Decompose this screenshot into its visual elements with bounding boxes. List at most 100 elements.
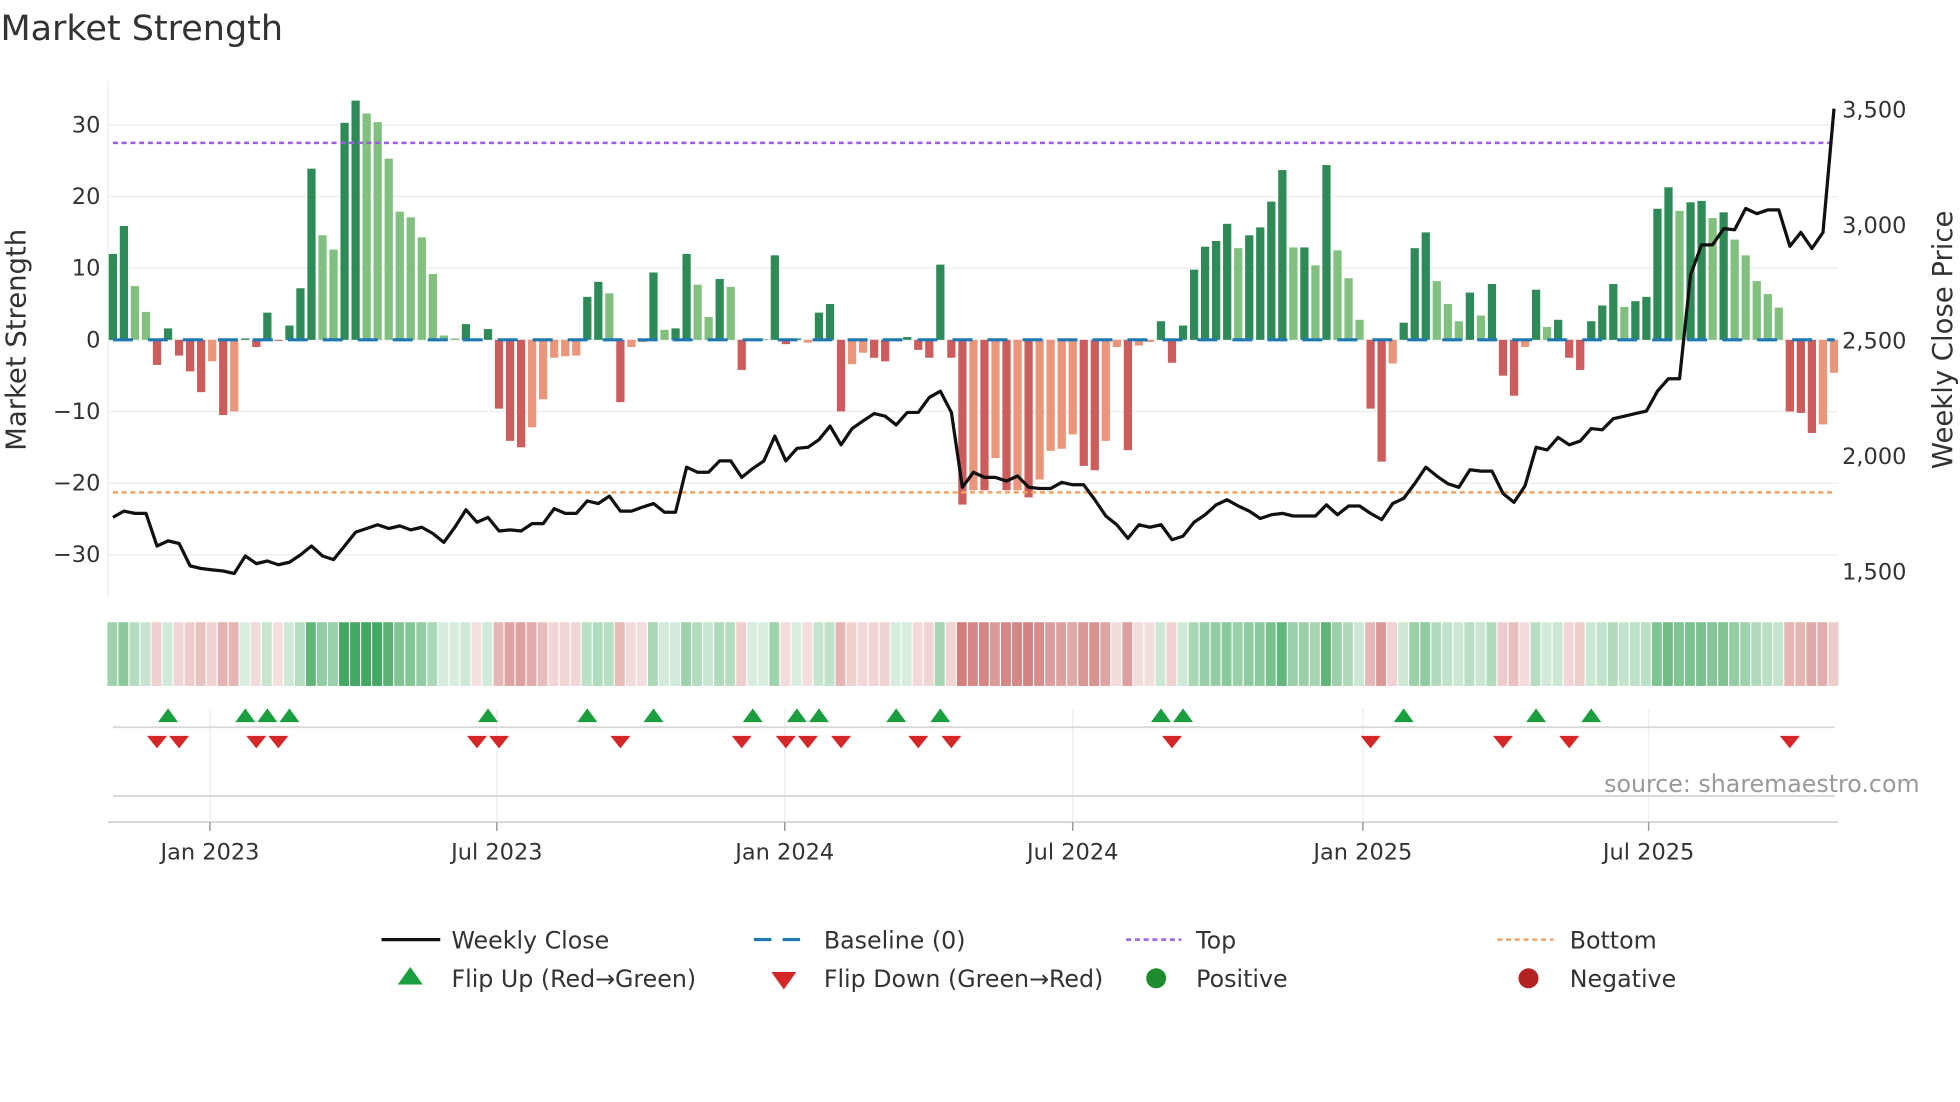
heat-cell <box>1817 622 1828 686</box>
legend-positive[interactable]: Positive <box>1146 965 1288 993</box>
strength-bar <box>803 339 813 343</box>
strength-bar <box>1796 339 1805 413</box>
strength-bar <box>1829 339 1839 373</box>
strength-bar <box>351 100 360 340</box>
strength-bars <box>108 100 1839 505</box>
strength-bar <box>1653 208 1662 340</box>
strength-bar <box>1278 170 1287 340</box>
strength-bar <box>1498 339 1508 376</box>
heat-cell <box>1541 622 1552 686</box>
heat-cell <box>670 622 680 686</box>
strength-bar <box>704 316 713 340</box>
legend-label: Flip Up (Red→Green) <box>451 965 696 993</box>
x-tick-label: Jan 2025 <box>1311 840 1412 866</box>
heat-cell <box>1133 622 1144 686</box>
heat-cell <box>317 622 327 686</box>
flip-up-marker <box>643 708 664 723</box>
strength-bar <box>1223 223 1232 340</box>
heat-cell <box>1265 622 1276 686</box>
x-tick-label: Jul 2023 <box>449 840 542 866</box>
market-strength-chart: Market Strength 3020100−10−20−30 3,5003,… <box>0 9 1959 993</box>
heat-cell <box>592 622 603 686</box>
triangle-down-icon <box>771 972 797 990</box>
legend-flip-up[interactable]: Flip Up (Red→Green) <box>397 965 696 993</box>
heat-cell <box>272 622 283 686</box>
heat-cell <box>1254 622 1265 686</box>
heat-cell <box>659 622 669 686</box>
strength-bar <box>693 284 702 340</box>
left-tick-label: −10 <box>53 399 100 425</box>
heat-cell <box>714 622 725 686</box>
right-tick-label: 1,500 <box>1842 560 1906 586</box>
strength-bar <box>1542 326 1552 340</box>
heat-cell <box>846 622 857 686</box>
strength-bar <box>494 339 504 409</box>
legend-label: Flip Down (Green→Red) <box>824 965 1103 993</box>
heat-cell <box>1530 622 1541 686</box>
legend-flip-down[interactable]: Flip Down (Green→Red) <box>771 965 1103 993</box>
heat-cell <box>1276 622 1287 686</box>
flip-up-marker <box>257 708 278 723</box>
flip-up-marker <box>235 708 256 723</box>
strength-bar <box>373 122 382 340</box>
right-tick-label: 2,000 <box>1842 444 1906 470</box>
strength-bar <box>858 339 868 353</box>
legend-label: Negative <box>1570 965 1676 993</box>
heat-cell <box>1034 622 1044 686</box>
strength-bar <box>903 336 912 340</box>
heat-cell <box>1199 622 1210 686</box>
heat-cell <box>1751 622 1762 686</box>
heat-cell <box>416 622 427 686</box>
strength-bar <box>1344 278 1353 340</box>
strength-bar <box>1289 247 1298 340</box>
heat-cell <box>493 622 504 686</box>
heat-cell <box>1089 622 1100 686</box>
flip-down-marker <box>941 735 962 749</box>
heat-cell <box>1056 622 1067 686</box>
strength-bar <box>406 217 415 340</box>
heat-cell <box>1618 622 1629 686</box>
heat-cell <box>1023 622 1033 686</box>
strength-bar <box>450 338 460 340</box>
heat-cell <box>1387 622 1398 686</box>
flip-down-marker <box>1492 735 1513 749</box>
strength-bar <box>263 312 272 340</box>
heat-cell <box>1519 622 1530 686</box>
strength-bar <box>1112 339 1121 348</box>
heat-cell <box>1221 622 1232 686</box>
heat-cell <box>890 622 901 686</box>
strength-bar <box>208 339 217 362</box>
strength-bar <box>307 168 316 340</box>
heat-cell <box>1806 622 1817 686</box>
strength-bar <box>1620 306 1629 340</box>
legend-baseline[interactable]: Baseline (0) <box>753 926 966 954</box>
heat-cell <box>1232 622 1243 686</box>
heat-cell <box>504 622 515 686</box>
legend-weekly-close[interactable]: Weekly Close <box>381 926 610 954</box>
flip-down-marker <box>831 735 852 749</box>
left-tick-label: −30 <box>53 542 100 568</box>
heat-cell <box>1707 622 1717 686</box>
legend-top[interactable]: Top <box>1126 926 1236 954</box>
legend-negative[interactable]: Negative <box>1518 965 1677 993</box>
strength-bar <box>1631 301 1640 340</box>
heat-cell <box>184 622 195 686</box>
heat-cell <box>1696 622 1706 686</box>
heat-cell <box>1067 622 1078 686</box>
heat-cell <box>570 622 581 686</box>
strength-bar <box>362 113 371 340</box>
strength-bar <box>1598 305 1607 340</box>
heat-cell <box>261 622 272 686</box>
heat-cell <box>1431 622 1442 686</box>
heat-cell <box>1464 622 1475 686</box>
heat-cell <box>1497 622 1508 686</box>
flip-down-marker <box>1559 735 1580 749</box>
legend-label: Positive <box>1196 965 1287 993</box>
strength-bar <box>395 211 404 340</box>
strength-bar <box>1818 339 1828 425</box>
heat-cell <box>383 622 394 686</box>
legend-bottom[interactable]: Bottom <box>1497 926 1657 954</box>
heat-cell <box>107 622 118 686</box>
heat-cell <box>857 622 868 686</box>
strength-bar <box>483 329 493 340</box>
